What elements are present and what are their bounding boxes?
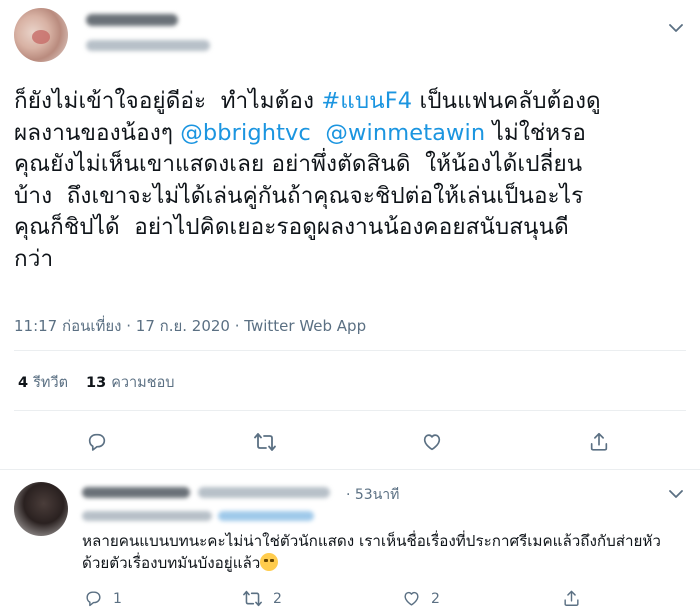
reply-author-name-blurred[interactable] <box>82 487 190 498</box>
author-handle-blurred[interactable] <box>86 40 210 51</box>
tweet-text-line: กว่า <box>14 244 686 276</box>
mention-link[interactable]: @bbrightvc <box>180 120 311 146</box>
reply-avatar[interactable] <box>14 482 68 536</box>
likes-count: 13 <box>86 375 107 391</box>
retweet-icon <box>243 590 262 607</box>
tweet-text-line: ผลงานของน้องๆ @bbrightvc @winmetawin ไม่… <box>14 118 686 150</box>
reply-like-button[interactable]: 2 <box>402 589 440 608</box>
reply-reply-button[interactable]: 1 <box>84 589 122 608</box>
tweet-text-segment: บ้าง ถึงเขาจะไม่ได้เล่นคู่กันถ้าคุณจะชิป… <box>14 182 584 209</box>
reply-text-content: หลายคนแบนบทนะคะไม่น่าใช่ตัวนักแสดง เราเห… <box>82 532 661 572</box>
tweet-stats: 4 รีทวีต 13 ความชอบ <box>18 371 174 394</box>
reply-share-button[interactable] <box>562 589 581 608</box>
reply-author-handle-blurred[interactable] <box>198 487 330 498</box>
reply-icon <box>86 591 101 607</box>
retweet-count: 2 <box>273 590 282 607</box>
chevron-down-icon[interactable] <box>666 18 686 38</box>
retweets-count: 4 <box>18 375 29 391</box>
tweet-text-segment: ก็ยังไม่เข้าใจอยู่ดีอ่ะ ทำไมต้อง <box>14 88 322 114</box>
reply-button[interactable] <box>80 425 114 459</box>
share-icon <box>590 432 608 451</box>
rolling-eyes-emoji-icon <box>260 553 279 571</box>
avatar[interactable] <box>14 8 68 62</box>
mention-link[interactable]: @winmetawin <box>325 120 485 146</box>
chevron-down-icon[interactable] <box>666 484 686 504</box>
tweet-text-segment <box>311 120 326 146</box>
tweet-text-segment: ไม่ใช่หรอ <box>485 119 587 146</box>
heart-icon <box>404 591 419 606</box>
tweet-text-segment: คุณยังไม่เห็นเขาแสดงเลย อย่าพึ่งตัดสินดิ… <box>14 151 583 177</box>
reply-actions: 1 2 2 <box>0 589 700 609</box>
divider <box>14 410 686 411</box>
heart-icon <box>423 434 441 451</box>
replying-to-blurred <box>82 511 212 521</box>
reply-timestamp[interactable]: · 53นาที <box>346 484 399 506</box>
share-button[interactable] <box>582 425 616 459</box>
likes-stat[interactable]: 13 ความชอบ <box>86 371 174 394</box>
reply-retweet-button[interactable]: 2 <box>242 589 282 608</box>
like-button[interactable] <box>415 425 449 459</box>
tweet-text-segment: กว่า <box>14 245 54 272</box>
tweet-text-line: คุณยังไม่เห็นเขาแสดงเลย อย่าพึ่งตัดสินดิ… <box>14 149 686 181</box>
retweet-icon <box>254 433 276 451</box>
tweet-meta[interactable]: 11:17 ก่อนเที่ยง · 17 ก.ย. 2020 · Twitte… <box>14 314 366 338</box>
like-count: 2 <box>431 590 440 607</box>
reply-count: 1 <box>113 590 122 607</box>
tweet-actions <box>0 425 700 459</box>
retweets-label: รีทวีต <box>33 375 68 391</box>
replying-to-handle-blurred[interactable] <box>218 511 314 521</box>
reply-icon <box>88 433 106 451</box>
tweet-text-line: คุณก็ชิปได้ อย่าไปคิดเยอะรอดูผลงานน้องคอ… <box>14 212 686 244</box>
divider <box>14 350 686 351</box>
tweet-text-line: ก็ยังไม่เข้าใจอยู่ดีอ่ะ ทำไมต้อง #แบนF4 … <box>14 86 686 118</box>
tweet-text-segment: เป็นแฟนคลับต้องดู <box>412 88 601 114</box>
tweet-text-segment: คุณก็ชิปได้ อย่าไปคิดเยอะรอดูผลงานน้องคอ… <box>14 214 569 240</box>
reply-text: หลายคนแบนบทนะคะไม่น่าใช่ตัวนักแสดง เราเห… <box>82 530 682 574</box>
hashtag-link[interactable]: #แบนF4 <box>321 88 412 114</box>
main-tweet: ก็ยังไม่เข้าใจอยู่ดีอ่ะ ทำไมต้อง #แบนF4 … <box>0 0 700 470</box>
author-name-blurred[interactable] <box>86 14 178 26</box>
tweet-text: ก็ยังไม่เข้าใจอยู่ดีอ่ะ ทำไมต้อง #แบนF4 … <box>14 86 686 275</box>
retweets-stat[interactable]: 4 รีทวีต <box>18 371 68 394</box>
retweet-button[interactable] <box>248 425 282 459</box>
share-icon <box>564 590 579 606</box>
likes-label: ความชอบ <box>111 375 175 391</box>
tweet-text-segment: ผลงานของน้องๆ <box>14 119 181 146</box>
tweet-text-line: บ้าง ถึงเขาจะไม่ได้เล่นคู่กันถ้าคุณจะชิป… <box>14 181 686 213</box>
